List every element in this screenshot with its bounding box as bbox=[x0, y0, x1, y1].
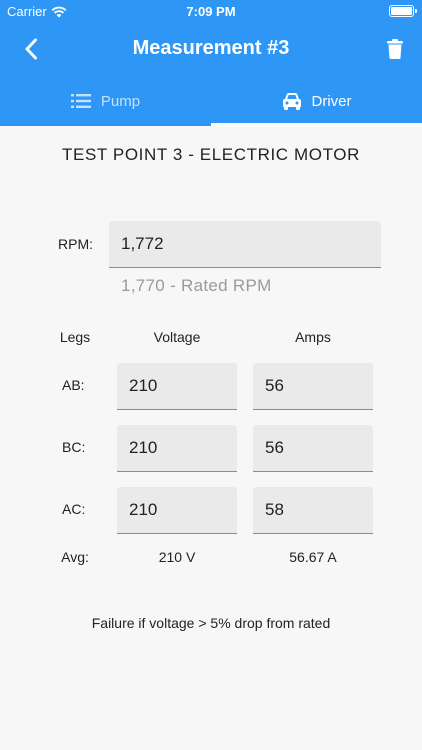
trash-icon bbox=[387, 39, 403, 59]
delete-button[interactable] bbox=[381, 35, 409, 63]
list-icon bbox=[70, 94, 91, 108]
app-bar: Carrier 7:09 PM Measurement #3 Pump Driv… bbox=[0, 0, 422, 126]
amps-column-header: Amps bbox=[295, 329, 331, 345]
voltage-ab-input[interactable]: 210 bbox=[117, 363, 237, 410]
leg-ac-label: AC: bbox=[62, 501, 86, 517]
test-point-title: TEST POINT 3 - ELECTRIC MOTOR bbox=[62, 145, 360, 164]
tab-driver-label: Driver bbox=[311, 92, 352, 110]
legs-column-header: Legs bbox=[59, 329, 91, 345]
tab-driver[interactable]: Driver bbox=[211, 76, 422, 126]
tab-bar: Pump Driver bbox=[0, 76, 422, 126]
voltage-column-header: Voltage bbox=[153, 329, 201, 345]
tab-pump[interactable]: Pump bbox=[0, 76, 211, 126]
avg-amps-value: 56.67 A bbox=[289, 549, 337, 565]
leg-bc-label: BC: bbox=[62, 439, 86, 455]
rated-rpm-hint: 1,770 - Rated RPM bbox=[121, 276, 272, 295]
voltage-bc-input[interactable]: 210 bbox=[117, 425, 237, 472]
avg-voltage-value: 210 V bbox=[158, 549, 196, 565]
car-icon bbox=[282, 93, 301, 110]
status-time: 7:09 PM bbox=[186, 4, 236, 19]
voltage-ac-input[interactable]: 210 bbox=[117, 487, 237, 534]
battery-icon bbox=[389, 5, 417, 17]
amps-bc-input[interactable]: 56 bbox=[253, 425, 373, 472]
rpm-input[interactable]: 1,772 bbox=[109, 221, 381, 268]
amps-ac-input[interactable]: 58 bbox=[253, 487, 373, 534]
status-bar: Carrier 7:09 PM bbox=[0, 0, 422, 24]
failure-criteria-note: Failure if voltage > 5% drop from rated bbox=[91, 615, 331, 631]
rpm-label: RPM: bbox=[58, 236, 93, 252]
tab-pump-label: Pump bbox=[100, 92, 141, 110]
avg-label: Avg: bbox=[61, 549, 89, 565]
amps-ab-input[interactable]: 56 bbox=[253, 363, 373, 410]
page-title: Measurement #3 bbox=[132, 37, 290, 59]
leg-ab-label: AB: bbox=[62, 377, 85, 393]
